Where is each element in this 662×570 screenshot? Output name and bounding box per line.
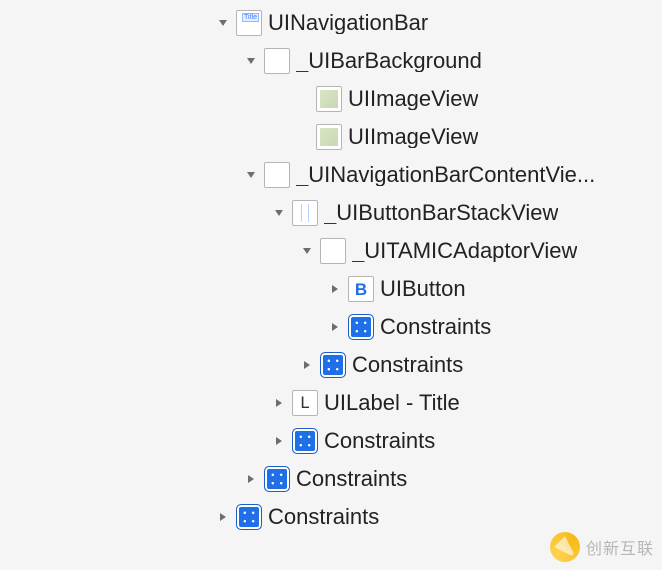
disclosure-triangle-icon[interactable] (216, 510, 230, 524)
tree-row[interactable]: _UITAMICAdaptorView (0, 232, 662, 270)
tree-row-label: UILabel - Title (324, 392, 460, 414)
tree-row[interactable]: UIImageView (0, 118, 662, 156)
label-icon: L (292, 390, 318, 416)
tree-row-label: UIButton (380, 278, 466, 300)
tree-row-label: _UINavigationBarContentVie... (296, 164, 595, 186)
tree-row[interactable]: _UIButtonBarStackView (0, 194, 662, 232)
disclosure-triangle-icon[interactable] (244, 472, 258, 486)
tree-row[interactable]: Constraints (0, 346, 662, 384)
view-icon (264, 162, 290, 188)
tree-row-label: Constraints (352, 354, 463, 376)
tree-row[interactable]: _UINavigationBarContentVie... (0, 156, 662, 194)
disclosure-triangle-icon[interactable] (300, 244, 314, 258)
watermark: 创新互联 (550, 532, 654, 562)
tree-row[interactable]: UINavigationBar (0, 4, 662, 42)
tree-row-label: _UIBarBackground (296, 50, 482, 72)
tree-row[interactable]: B UIButton (0, 270, 662, 308)
watermark-logo-icon (550, 532, 580, 562)
disclosure-triangle-icon[interactable] (328, 282, 342, 296)
view-icon (264, 48, 290, 74)
disclosure-triangle-icon[interactable] (272, 206, 286, 220)
tree-row[interactable]: _UIBarBackground (0, 42, 662, 80)
navbar-icon (236, 10, 262, 36)
image-icon (316, 86, 342, 112)
tree-row[interactable]: Constraints (0, 498, 662, 536)
watermark-text: 创新互联 (586, 535, 654, 559)
button-icon: B (348, 276, 374, 302)
tree-row-label: _UIButtonBarStackView (324, 202, 558, 224)
tree-row[interactable]: L UILabel - Title (0, 384, 662, 422)
tree-row-label: UIImageView (348, 126, 478, 148)
constraints-icon (348, 314, 374, 340)
tree-row-label: UIImageView (348, 88, 478, 110)
disclosure-triangle-icon[interactable] (272, 434, 286, 448)
stack-icon (292, 200, 318, 226)
tree-row-label: Constraints (324, 430, 435, 452)
image-icon (316, 124, 342, 150)
constraints-icon (236, 504, 262, 530)
disclosure-triangle-icon[interactable] (244, 54, 258, 68)
tree-row-label: Constraints (268, 506, 379, 528)
tree-row[interactable]: UIImageView (0, 80, 662, 118)
tree-row-label: UINavigationBar (268, 12, 428, 34)
tree-row-label: Constraints (296, 468, 407, 490)
tree-row[interactable]: Constraints (0, 308, 662, 346)
constraints-icon (264, 466, 290, 492)
tree-row[interactable]: Constraints (0, 460, 662, 498)
view-hierarchy-tree: UINavigationBar _UIBarBackground UIImageVi… (0, 0, 662, 536)
disclosure-triangle-icon[interactable] (216, 16, 230, 30)
constraints-icon (320, 352, 346, 378)
disclosure-triangle-icon[interactable] (328, 320, 342, 334)
tree-row-label: Constraints (380, 316, 491, 338)
tree-row[interactable]: Constraints (0, 422, 662, 460)
view-icon (320, 238, 346, 264)
disclosure-triangle-icon[interactable] (272, 396, 286, 410)
tree-row-label: _UITAMICAdaptorView (352, 240, 577, 262)
disclosure-triangle-icon[interactable] (244, 168, 258, 182)
disclosure-triangle-icon[interactable] (300, 358, 314, 372)
constraints-icon (292, 428, 318, 454)
